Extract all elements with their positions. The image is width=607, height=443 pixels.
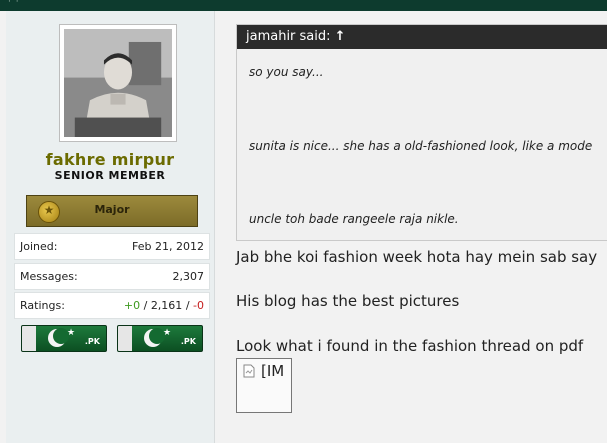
star-icon: ★ bbox=[163, 328, 172, 338]
message-line: Jab bhe koi fashion week hota hay mein s… bbox=[236, 248, 598, 266]
broken-image[interactable]: [IM bbox=[236, 358, 292, 413]
quote-line: uncle toh bade rangeele raja nikle. bbox=[249, 212, 459, 226]
quote-block: jamahir said: ↑ so you say... sunita is … bbox=[236, 24, 607, 241]
broken-image-alt: [IM bbox=[261, 362, 285, 380]
avatar[interactable] bbox=[59, 24, 177, 142]
messages-row: Messages: 2,307 bbox=[14, 263, 210, 290]
quote-attribution[interactable]: jamahir said: ↑ bbox=[246, 25, 346, 49]
quote-author: jamahir said: bbox=[246, 29, 331, 44]
joined-row: Joined: Feb 21, 2012 bbox=[14, 233, 210, 260]
jump-to-quote-icon[interactable]: ↑ bbox=[335, 29, 346, 44]
quote-line: so you say... bbox=[249, 65, 324, 79]
joined-value: Feb 21, 2012 bbox=[132, 240, 204, 253]
broken-image-icon bbox=[243, 364, 255, 378]
badge-label: .PK bbox=[180, 337, 196, 346]
quote-line: sunita is nice... she has a old-fashione… bbox=[249, 139, 593, 153]
ratings-negative: -0 bbox=[193, 299, 204, 312]
ratings-positive: +0 bbox=[123, 299, 141, 312]
user-title: SENIOR MEMBER bbox=[54, 169, 166, 182]
ratings-separator: / bbox=[185, 299, 190, 312]
ratings-label: Ratings: bbox=[20, 299, 65, 312]
joined-label: Joined: bbox=[20, 240, 58, 253]
avatar-photo bbox=[64, 29, 172, 137]
message-line: Look what i found in the fashion thread … bbox=[236, 337, 584, 355]
pakistan-flag-badge: ★ .PK bbox=[117, 325, 203, 352]
top-navigation-bar: · · bbox=[0, 0, 607, 11]
pakistan-flag-badge: ★ .PK bbox=[21, 325, 107, 352]
rank-banner: ★ Major bbox=[26, 195, 198, 227]
post-content: jamahir said: ↑ so you say... sunita is … bbox=[215, 11, 607, 443]
rank-label: Major bbox=[94, 203, 130, 216]
ratings-row: Ratings: +0 / 2,161 / -0 bbox=[14, 292, 210, 319]
message-line: His blog has the best pictures bbox=[236, 292, 460, 310]
user-info-sidebar: fakhre mirpur SENIOR MEMBER ★ Major Join… bbox=[6, 11, 215, 443]
quote-header[interactable]: jamahir said: ↑ bbox=[237, 25, 607, 49]
username[interactable]: fakhre mirpur bbox=[6, 150, 214, 169]
badge-label: .PK bbox=[84, 337, 100, 346]
nav-fragment: · · bbox=[8, 0, 20, 7]
messages-value[interactable]: 2,307 bbox=[173, 264, 205, 289]
star-icon: ★ bbox=[67, 328, 76, 338]
ratings-value: +0 / 2,161 / -0 bbox=[124, 293, 204, 318]
ratings-separator: / bbox=[143, 299, 148, 312]
messages-label: Messages: bbox=[20, 270, 78, 283]
ratings-neutral: 2,161 bbox=[150, 299, 183, 312]
